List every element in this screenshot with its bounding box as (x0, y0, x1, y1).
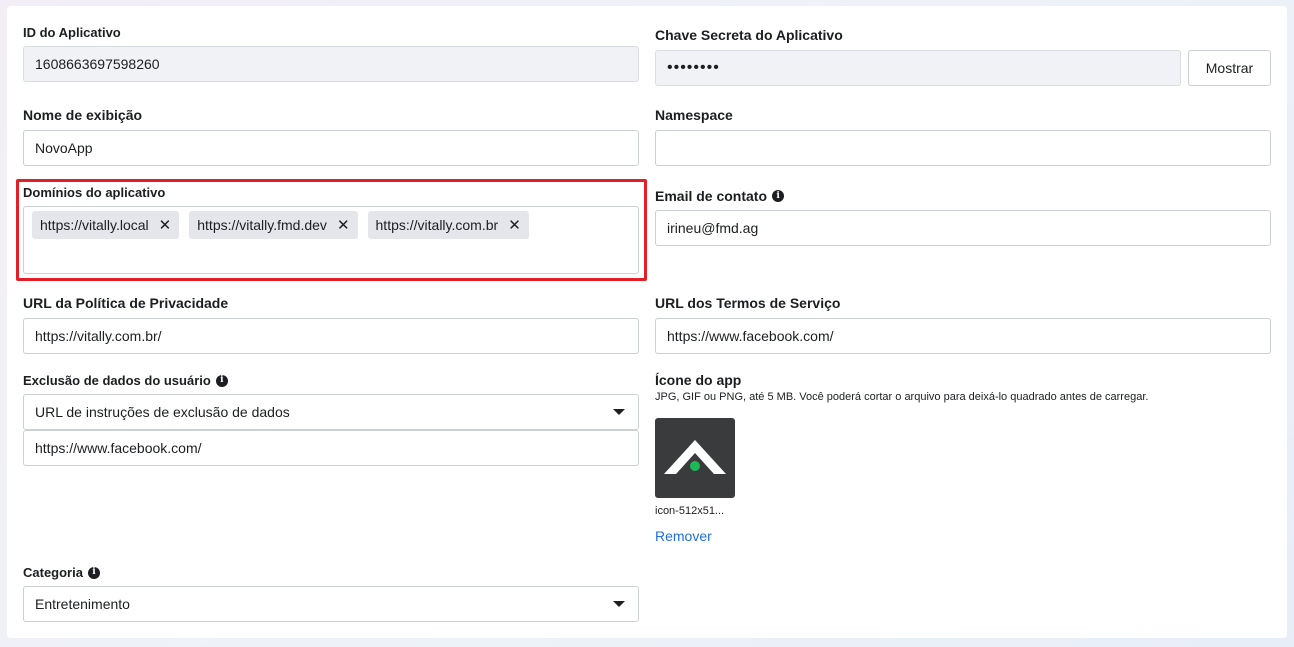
app-logo-icon (664, 440, 726, 474)
tos-url-label: URL dos Termos de Serviço (655, 295, 840, 311)
contact-email-label-text: Email de contato (655, 188, 768, 204)
data-deletion-label-text: Exclusão de dados do usuário (23, 373, 211, 388)
data-deletion-label: Exclusão de dados do usuário i (23, 373, 228, 388)
tos-url-label-text: URL dos Termos de Serviço (655, 295, 841, 311)
app-icon-label-text: Ícone do app (655, 372, 742, 388)
namespace-label-text: Namespace (655, 107, 733, 123)
info-icon[interactable]: i (772, 190, 785, 202)
app-domains-label-text: Domínios do aplicativo (23, 185, 166, 200)
app-icon-image[interactable] (655, 418, 735, 498)
app-secret-label-text: Chave Secreta do Aplicativo (655, 27, 843, 43)
show-secret-button[interactable]: Mostrar (1188, 50, 1271, 86)
privacy-url-label: URL da Política de Privacidade (23, 295, 228, 311)
category-label-text: Categoria (23, 565, 83, 580)
app-id-label: ID do Aplicativo (23, 25, 121, 40)
app-secret-label: Chave Secreta do Aplicativo (655, 27, 843, 43)
data-deletion-select[interactable]: URL de instruções de exclusão de dados (23, 394, 639, 430)
domain-tag: https://vitally.fmd.dev ✕ (189, 211, 358, 239)
data-deletion-url-value: https://www.facebook.com/ (35, 440, 202, 456)
category-label: Categoria i (23, 565, 100, 580)
app-id-label-text: ID do Aplicativo (23, 25, 121, 40)
namespace-input[interactable] (655, 130, 1271, 166)
domain-tag: https://vitally.local ✕ (32, 211, 180, 239)
display-name-label-text: Nome de exibição (23, 107, 143, 123)
app-secret-field: •••••••• (655, 50, 1181, 86)
privacy-url-input[interactable]: https://vitally.com.br/ (23, 318, 639, 354)
data-deletion-selected: URL de instruções de exclusão de dados (35, 404, 290, 420)
info-icon[interactable]: i (87, 566, 100, 579)
app-icon-filename: icon-512x51... (655, 505, 725, 517)
app-domains-label: Domínios do aplicativo (23, 185, 165, 200)
app-secret-value: •••••••• (667, 59, 720, 76)
data-deletion-url-input[interactable]: https://www.facebook.com/ (23, 430, 639, 466)
domain-tag-label: https://vitally.com.br (375, 217, 499, 233)
show-secret-button-label: Mostrar (1205, 60, 1254, 76)
privacy-url-value: https://vitally.com.br/ (35, 328, 162, 344)
close-icon[interactable]: ✕ (508, 218, 521, 233)
domain-tag-label: https://vitally.fmd.dev (197, 217, 327, 233)
contact-email-input[interactable]: irineu@fmd.ag (655, 210, 1271, 246)
remove-icon-link[interactable]: Remover (655, 528, 712, 544)
app-icon-label: Ícone do app (655, 372, 741, 388)
caret-down-icon (613, 601, 625, 607)
info-icon[interactable]: i (215, 374, 228, 387)
display-name-value: NovoApp (35, 140, 93, 156)
app-icon-hint: JPG, GIF ou PNG, até 5 MB. Você poderá c… (655, 391, 1149, 403)
tos-url-value: https://www.facebook.com/ (667, 328, 834, 344)
caret-down-icon (613, 409, 625, 415)
close-icon[interactable]: ✕ (337, 218, 350, 233)
privacy-url-label-text: URL da Política de Privacidade (23, 295, 229, 311)
domain-tag-label: https://vitally.local (40, 217, 149, 233)
domain-tag: https://vitally.com.br ✕ (367, 211, 529, 239)
close-icon[interactable]: ✕ (159, 218, 172, 233)
namespace-label: Namespace (655, 107, 733, 123)
contact-email-value: irineu@fmd.ag (667, 220, 759, 236)
tos-url-input[interactable]: https://www.facebook.com/ (655, 318, 1271, 354)
app-id-field: 1608663697598260 (23, 46, 639, 82)
contact-email-label: Email de contato i (655, 188, 785, 204)
display-name-label: Nome de exibição (23, 107, 142, 123)
app-domains-input[interactable]: https://vitally.local ✕ https://vitally.… (23, 206, 639, 274)
category-select[interactable]: Entretenimento (23, 586, 639, 622)
category-selected: Entretenimento (35, 596, 130, 612)
app-id-value: 1608663697598260 (35, 56, 160, 72)
display-name-input[interactable]: NovoApp (23, 130, 639, 166)
